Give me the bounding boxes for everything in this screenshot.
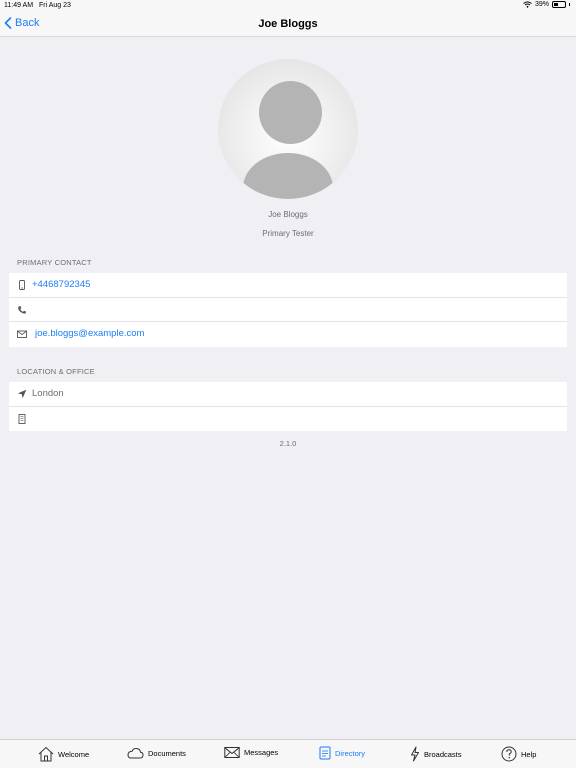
house-icon xyxy=(38,746,54,762)
question-icon xyxy=(501,746,517,762)
tab-label-messages: Messages xyxy=(244,748,279,757)
phone-icon xyxy=(18,305,26,314)
tab-help[interactable]: Help xyxy=(501,746,536,762)
location-arrow-icon xyxy=(17,389,27,399)
primary-contact-group: +4468792345 joe.bloggs@example.com xyxy=(9,273,567,347)
page-title: Joe Bloggs xyxy=(258,18,318,30)
section-header-primary-contact: PRIMARY CONTACT xyxy=(17,258,92,267)
status-bar: 11:49 AM Fri Aug 23 39% xyxy=(0,0,576,12)
tab-broadcasts[interactable]: Broadcasts xyxy=(410,746,462,762)
battery-icon xyxy=(552,1,566,8)
location-group: London xyxy=(9,382,567,431)
nav-bar: Back Joe Bloggs xyxy=(0,12,576,37)
avatar xyxy=(218,59,358,199)
status-date: Fri Aug 23 xyxy=(39,2,71,9)
battery-tip xyxy=(569,3,570,6)
envelope-icon xyxy=(224,747,240,758)
email-link[interactable]: joe.bloggs@example.com xyxy=(35,328,144,339)
wifi-icon xyxy=(523,1,532,8)
status-right: 39% xyxy=(523,1,570,8)
profile-name: Joe Bloggs xyxy=(268,210,308,219)
city-value: London xyxy=(32,388,64,399)
mobile-number-link[interactable]: +4468792345 xyxy=(32,279,90,290)
envelope-icon xyxy=(17,330,27,338)
tab-label-welcome: Welcome xyxy=(58,749,90,759)
tab-label-broadcasts: Broadcasts xyxy=(424,749,462,759)
lightning-icon xyxy=(411,746,419,762)
tab-documents[interactable]: Documents xyxy=(127,746,186,760)
app-version: 2.1.0 xyxy=(279,439,297,448)
avatar-head xyxy=(259,81,322,144)
tab-label-help: Help xyxy=(521,749,537,759)
status-time: 11:49 AM xyxy=(4,2,34,9)
cloud-icon xyxy=(127,747,144,759)
tab-label-documents: Documents xyxy=(148,748,186,758)
section-header-location: LOCATION & OFFICE xyxy=(17,367,95,376)
mobile-row[interactable]: +4468792345 xyxy=(9,273,567,298)
tab-label-directory: Directory xyxy=(335,748,366,758)
battery-percent: 39% xyxy=(534,1,549,8)
directory-icon xyxy=(319,746,331,760)
tab-bar: Welcome Documents Messages Directory Bro… xyxy=(0,739,576,768)
mobile-phone-icon xyxy=(19,280,25,290)
tab-directory[interactable]: Directory xyxy=(319,746,365,760)
avatar-body xyxy=(243,153,333,199)
tab-messages[interactable]: Messages xyxy=(224,746,278,759)
email-row[interactable]: joe.bloggs@example.com xyxy=(9,322,567,347)
tab-welcome[interactable]: Welcome xyxy=(38,746,89,762)
phone-row[interactable] xyxy=(9,298,567,322)
profile-role: Primary Tester xyxy=(262,229,314,238)
office-row[interactable] xyxy=(9,407,567,432)
building-icon xyxy=(18,413,26,424)
city-row[interactable]: London xyxy=(9,382,567,407)
